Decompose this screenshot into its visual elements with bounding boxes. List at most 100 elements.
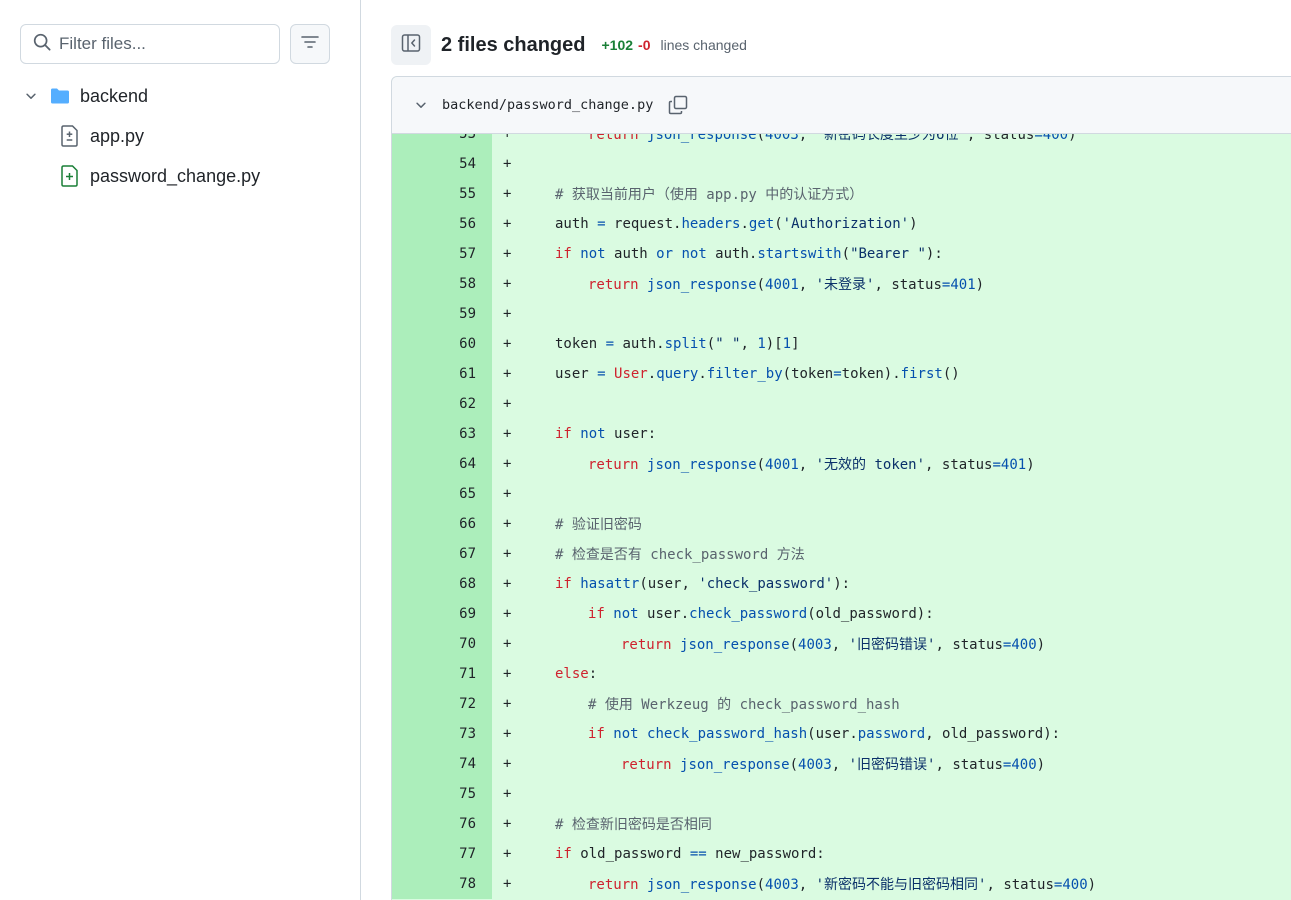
diff-add-marker: + xyxy=(503,246,512,262)
code-content: token = auth.split(" ", 1)[1] xyxy=(522,336,800,352)
code-token: return xyxy=(588,277,648,293)
code-token: () xyxy=(942,366,960,382)
code-token: 4003 xyxy=(798,757,832,773)
chevron-down-icon[interactable] xyxy=(22,89,40,103)
code-token: auth. xyxy=(706,246,758,262)
line-number[interactable]: 68 xyxy=(392,569,492,599)
toggle-file-tree-button[interactable] xyxy=(391,25,431,65)
code-token: else xyxy=(555,666,589,682)
line-number[interactable]: 59 xyxy=(392,299,492,329)
line-number[interactable]: 67 xyxy=(392,539,492,569)
line-number[interactable]: 62 xyxy=(392,389,492,419)
filter-options-button[interactable] xyxy=(290,24,330,64)
code-token: json_response xyxy=(647,457,757,473)
code-token: # 使用 Werkzeug 的 check_password_hash xyxy=(588,697,900,713)
code-token: auth xyxy=(555,216,598,232)
code-token: check_password_hash xyxy=(638,726,808,742)
code-token: = xyxy=(597,366,606,382)
tree-folder-backend[interactable]: backend xyxy=(20,76,350,116)
line-number[interactable]: 56 xyxy=(392,209,492,239)
deletions-count: -0 xyxy=(638,37,651,53)
code-token: ( xyxy=(789,637,799,653)
code-token: (user. xyxy=(807,726,858,742)
line-number[interactable]: 70 xyxy=(392,629,492,659)
diff-line: 73 + if not check_password_hash(user.passw… xyxy=(392,719,1291,749)
code-token: return xyxy=(588,457,648,473)
line-number[interactable]: 64 xyxy=(392,449,492,479)
code-content: # 使用 Werkzeug 的 check_password_hash xyxy=(522,694,900,714)
code-token: = xyxy=(833,366,842,382)
diff-file-header: backend/password_change.py xyxy=(392,77,1291,134)
line-number[interactable]: 77 xyxy=(392,839,492,869)
code-content: if not check_password_hash(user.password… xyxy=(522,726,1060,742)
code-token: = xyxy=(597,216,606,232)
code-token: . xyxy=(647,366,657,382)
line-number[interactable]: 66 xyxy=(392,509,492,539)
code-content: user = User.query.filter_by(token=token)… xyxy=(522,366,960,382)
copy-icon[interactable] xyxy=(667,94,689,116)
tree-folder-label: backend xyxy=(80,85,149,106)
tree-file-password-change-py[interactable]: password_change.py xyxy=(20,156,350,196)
diff-line: 57 + if not auth or not auth.startswith("B… xyxy=(392,239,1291,269)
chevron-down-icon[interactable] xyxy=(412,98,430,112)
filter-files-box[interactable] xyxy=(20,24,280,64)
line-number[interactable]: 57 xyxy=(392,239,492,269)
line-number[interactable]: 76 xyxy=(392,809,492,839)
code-token: # 检查新旧密码是否相同 xyxy=(555,817,712,833)
code-token: , xyxy=(831,757,849,773)
code-token: user: xyxy=(605,426,657,442)
code-token: 4001 xyxy=(765,457,799,473)
code-content: if not user: xyxy=(522,426,656,442)
line-number[interactable]: 72 xyxy=(392,689,492,719)
code-token: , xyxy=(831,637,849,653)
diff-add-marker: + xyxy=(503,696,512,712)
file-tree-sidebar: backend app.py password_change.py xyxy=(0,0,361,900)
code-token: return xyxy=(588,877,648,893)
line-number[interactable]: 73 xyxy=(392,719,492,749)
code-token: ( xyxy=(756,277,766,293)
line-number[interactable]: 78 xyxy=(392,869,492,899)
diff-add-marker: + xyxy=(503,666,512,682)
diff-add-marker: + xyxy=(503,846,512,862)
code-token: )[ xyxy=(765,336,783,352)
line-number[interactable]: 63 xyxy=(392,419,492,449)
line-number[interactable]: 65 xyxy=(392,479,492,509)
line-number[interactable]: 60 xyxy=(392,329,492,359)
code-token: ) xyxy=(1026,457,1035,473)
line-number[interactable]: 74 xyxy=(392,749,492,779)
file-diff-icon xyxy=(60,125,80,147)
diff-line: 67 + # 检查是否有 check_password 方法 xyxy=(392,539,1291,569)
code-token: ): xyxy=(925,246,943,262)
page: backend app.py password_change.py 2 fil xyxy=(0,0,1291,900)
diff-file-path[interactable]: backend/password_change.py xyxy=(442,97,653,113)
tree-file-label: password_change.py xyxy=(90,165,261,186)
code-token: json_response xyxy=(647,277,757,293)
code-content: return json_response(4003, '旧密码错误', stat… xyxy=(522,754,1045,774)
code-token: # 检查是否有 check_password 方法 xyxy=(555,547,805,563)
code-token: startswith xyxy=(757,246,842,262)
filter-files-input[interactable] xyxy=(59,34,259,54)
diff-line: 68 + if hasattr(user, 'check_password'): xyxy=(392,569,1291,599)
line-number[interactable]: 54 xyxy=(392,149,492,179)
diff-add-marker: + xyxy=(503,546,512,562)
code-token: ) xyxy=(909,216,918,232)
tree-file-app-py[interactable]: app.py xyxy=(20,116,350,156)
diff-add-marker: + xyxy=(503,306,512,322)
code-token: 1 xyxy=(782,336,792,352)
diff-line: 74 + return json_response(4003, '旧密码错误', s… xyxy=(392,749,1291,779)
code-token: query xyxy=(656,366,699,382)
search-icon xyxy=(33,33,51,56)
line-number[interactable]: 71 xyxy=(392,659,492,689)
diff-add-marker: + xyxy=(503,636,512,652)
folder-icon xyxy=(50,85,70,107)
diff-add-marker: + xyxy=(503,606,512,622)
line-number[interactable]: 55 xyxy=(392,179,492,209)
code-token: # 获取当前用户（使用 app.py 中的认证方式） xyxy=(555,187,864,203)
line-number[interactable]: 69 xyxy=(392,599,492,629)
line-number[interactable]: 61 xyxy=(392,359,492,389)
code-token: password xyxy=(857,726,926,742)
diff-line: 60 + token = auth.split(" ", 1)[1] xyxy=(392,329,1291,359)
code-token: if xyxy=(588,606,614,622)
line-number[interactable]: 58 xyxy=(392,269,492,299)
line-number[interactable]: 75 xyxy=(392,779,492,809)
